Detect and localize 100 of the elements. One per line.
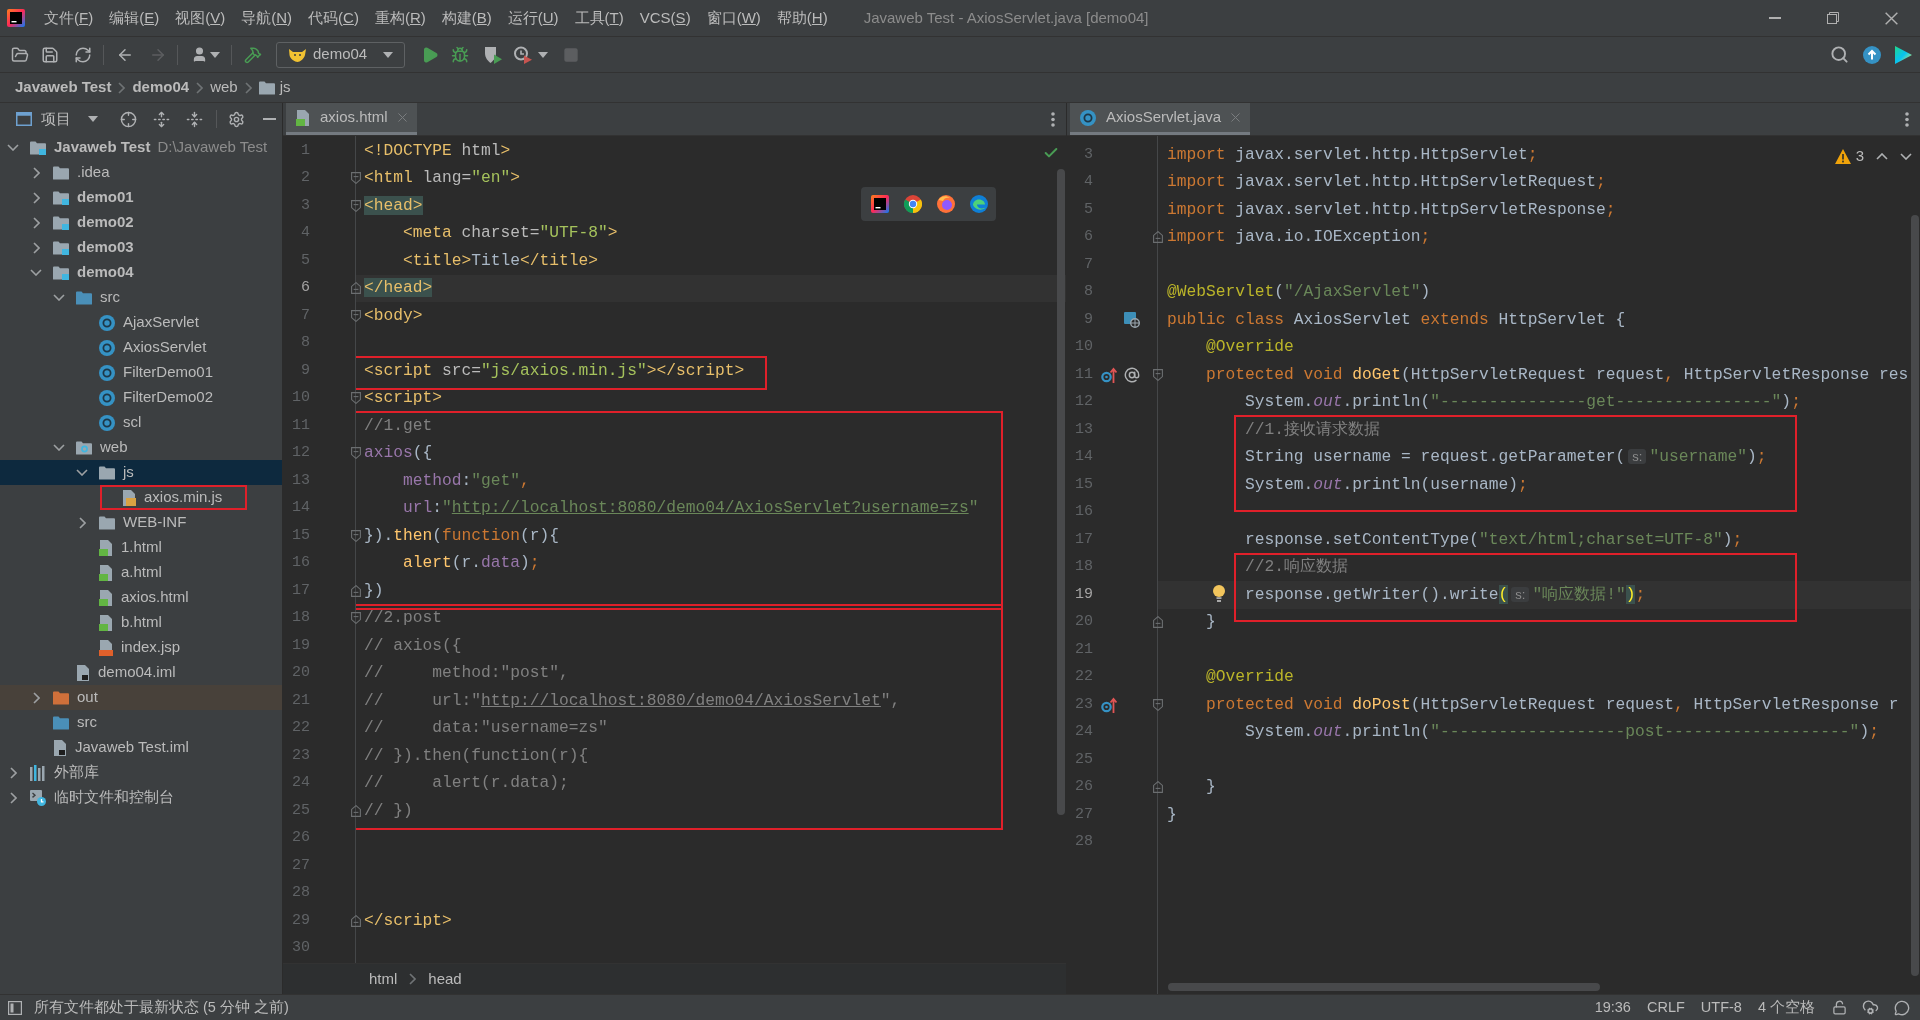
chevron-up-icon[interactable] — [1876, 152, 1888, 160]
chevron-right-icon[interactable] — [32, 241, 40, 254]
status-widget[interactable]: 19:36 — [1586, 996, 1639, 1019]
at-sign-icon[interactable] — [1124, 366, 1140, 383]
browser-icon[interactable] — [937, 195, 955, 213]
cloud-gear-icon[interactable] — [1862, 999, 1879, 1016]
scrollbar[interactable] — [1168, 983, 1600, 991]
tree-item[interactable]: a.html — [0, 560, 282, 585]
fold-marker-icon[interactable] — [1153, 698, 1163, 711]
more-options-icon[interactable] — [1051, 111, 1055, 127]
status-widget[interactable]: CRLF — [1638, 996, 1693, 1019]
chat-bubble-icon[interactable] — [1894, 999, 1910, 1016]
tree-item[interactable]: demo04 — [0, 260, 282, 285]
breadcrumb-item[interactable]: web — [210, 76, 238, 99]
tree-item[interactable]: AxiosServlet — [0, 335, 282, 360]
tree-item[interactable]: FilterDemo02 — [0, 385, 282, 410]
menu-item[interactable]: VCS(S) — [631, 6, 699, 30]
collapse-all-icon[interactable] — [186, 110, 203, 128]
fold-marker-icon[interactable] — [1153, 231, 1163, 244]
tree-item[interactable]: axios.min.js — [0, 485, 282, 510]
tree-item[interactable]: 外部库 — [0, 760, 282, 785]
chevron-right-icon[interactable] — [32, 166, 40, 179]
bug-icon[interactable] — [451, 45, 469, 64]
chevron-down-icon[interactable] — [53, 444, 65, 451]
tree-item[interactable]: Javaweb Test.iml — [0, 735, 282, 760]
chevron-right-icon[interactable] — [32, 691, 40, 704]
breadcrumb-item[interactable]: Javaweb Test — [15, 76, 112, 99]
fold-marker-icon[interactable] — [351, 529, 361, 542]
menu-item[interactable]: 运行(U) — [499, 6, 567, 30]
chevron-right-icon[interactable] — [9, 766, 17, 779]
search-icon[interactable] — [1830, 45, 1849, 64]
editor-tab[interactable]: AxiosServlet.java — [1070, 103, 1251, 135]
panel-toggle-icon[interactable] — [8, 1000, 22, 1015]
fold-marker-icon[interactable] — [351, 199, 361, 212]
scrollbar[interactable] — [1057, 169, 1065, 815]
status-widget[interactable]: UTF-8 — [1692, 996, 1750, 1019]
scrollbar[interactable] — [1911, 215, 1919, 976]
view-selector[interactable]: 项目 — [41, 107, 98, 131]
chevron-down-icon[interactable] — [1900, 152, 1912, 160]
fold-marker-icon[interactable] — [351, 447, 361, 460]
chevron-down-icon[interactable] — [7, 144, 19, 151]
menu-item[interactable]: 视图(V) — [167, 6, 234, 30]
chevron-down-icon[interactable] — [30, 269, 42, 276]
play-icon[interactable] — [421, 45, 439, 64]
shield-play-icon[interactable] — [484, 45, 502, 64]
close-icon[interactable] — [1884, 11, 1898, 25]
tree-item[interactable]: 临时文件和控制台 — [0, 785, 282, 810]
folder-open-icon[interactable] — [11, 45, 29, 64]
menu-item[interactable]: 窗口(W) — [698, 6, 769, 30]
app-logo-icon[interactable] — [7, 9, 25, 27]
tree-item[interactable]: 1.html — [0, 535, 282, 560]
refresh-icon[interactable] — [74, 45, 92, 64]
breadcrumb-item[interactable]: js — [279, 76, 291, 99]
circle-arrow-icon[interactable] — [1101, 366, 1117, 383]
more-options-icon[interactable] — [1905, 111, 1909, 127]
fold-marker-icon[interactable] — [351, 282, 361, 295]
menu-item[interactable]: 构建(B) — [433, 6, 500, 30]
tree-item[interactable]: FilterDemo01 — [0, 360, 282, 385]
run-config-dropdown[interactable]: demo04 — [276, 41, 405, 68]
caret-icon[interactable] — [383, 51, 393, 58]
triangle-logo-icon[interactable] — [1894, 45, 1912, 64]
tree-item[interactable]: scl — [0, 410, 282, 435]
browser-icon[interactable] — [970, 195, 988, 213]
menu-item[interactable]: 编辑(E) — [101, 6, 168, 30]
warning-count[interactable]: 3 — [1855, 145, 1864, 168]
tree-item[interactable]: .idea — [0, 160, 282, 185]
fold-marker-icon[interactable] — [351, 392, 361, 405]
save-icon[interactable] — [41, 45, 59, 64]
window-icon[interactable] — [16, 112, 32, 126]
tree-item[interactable]: axios.html — [0, 585, 282, 610]
arrow-up-circle-icon[interactable] — [1863, 45, 1881, 64]
tree-item[interactable]: index.jsp — [0, 635, 282, 660]
editor-tab[interactable]: axios.html — [286, 103, 417, 135]
tree-item[interactable]: out — [0, 685, 282, 710]
fold-marker-icon[interactable] — [1153, 616, 1163, 629]
user-icon[interactable] — [191, 46, 208, 63]
browser-icon[interactable] — [904, 195, 922, 213]
menu-item[interactable]: 代码(C) — [300, 6, 367, 30]
fold-marker-icon[interactable] — [351, 584, 361, 597]
tree-item[interactable]: Javaweb Test D:\Javaweb Test — [0, 135, 282, 160]
caret-icon[interactable] — [210, 51, 220, 58]
fold-marker-icon[interactable] — [1153, 368, 1163, 381]
tree-item[interactable]: b.html — [0, 610, 282, 635]
clock-play-icon[interactable] — [514, 45, 532, 64]
square-globe-icon[interactable] — [1124, 311, 1140, 328]
menu-item[interactable]: 工具(T) — [566, 6, 632, 30]
app-logo-icon[interactable] — [871, 195, 889, 213]
tree-item[interactable]: src — [0, 285, 282, 310]
chevron-down-icon[interactable] — [76, 469, 88, 476]
fold-marker-icon[interactable] — [1153, 781, 1163, 794]
restore-icon[interactable] — [1827, 12, 1839, 24]
caret-icon[interactable] — [88, 116, 98, 122]
tree-item[interactable]: demo04.iml — [0, 660, 282, 685]
expand-all-icon[interactable] — [153, 110, 170, 128]
hammer-icon[interactable] — [244, 45, 262, 64]
breadcrumb-item[interactable]: head — [428, 967, 462, 991]
chevron-right-icon[interactable] — [32, 191, 40, 204]
settings-icon[interactable] — [228, 110, 245, 128]
warning-icon[interactable] — [1834, 148, 1851, 164]
breadcrumb-item[interactable]: html — [369, 967, 398, 991]
